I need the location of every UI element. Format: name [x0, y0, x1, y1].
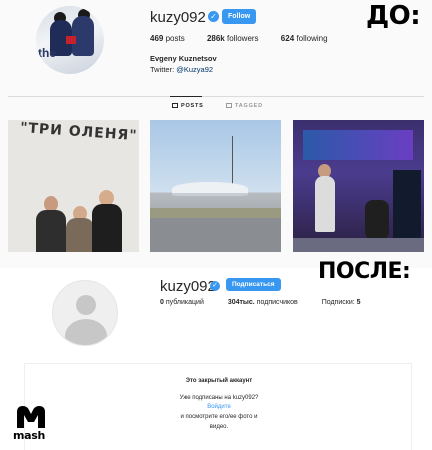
stat-posts: 0 публикаций	[160, 299, 204, 306]
after-label: ПОСЛЕ:	[318, 259, 411, 284]
grid-icon	[172, 103, 178, 108]
photo-stadium	[172, 182, 248, 196]
stat-value: 304тыс.	[227, 299, 255, 306]
stat-label: posts	[165, 34, 185, 43]
default-avatar[interactable]	[52, 280, 118, 346]
post-thumbnail[interactable]: "ТРИ ОЛЕНЯ"	[8, 120, 139, 252]
stat-label: followers	[226, 34, 259, 43]
stat-followers: 304тыс. подписчиков	[228, 299, 298, 306]
photo-sign	[303, 130, 413, 160]
private-account-notice: Это закрытый аккаунт Уже подписаны на ku…	[24, 363, 412, 450]
photo-sign-text: "ТРИ ОЛЕНЯ"	[19, 120, 139, 145]
post-thumbnail[interactable]	[150, 120, 281, 252]
username: kuzy092	[160, 278, 216, 295]
private-message: видео.	[209, 424, 229, 430]
stat-posts[interactable]: 469 posts	[150, 34, 185, 43]
username: kuzy092	[150, 9, 206, 26]
private-message: Уже подписаны на kuzy092?	[179, 395, 259, 401]
photo-figure	[92, 204, 122, 252]
stat-label: подписчиков	[256, 299, 298, 306]
profile-avatar[interactable]: the	[36, 6, 104, 74]
avatar-placeholder-head	[76, 295, 96, 315]
mash-m-icon	[17, 406, 45, 428]
active-tab-indicator	[170, 96, 202, 97]
post-thumbnail[interactable]	[293, 120, 424, 252]
photo-floor	[293, 238, 424, 252]
stat-value: 624	[280, 34, 295, 43]
profile-stats: 0 публикаций 304тыс. подписчиков Подписк…	[160, 299, 383, 306]
tab-label: TAGGED	[235, 103, 263, 109]
tag-icon	[226, 103, 232, 108]
login-link[interactable]: Войдите	[25, 404, 413, 410]
photo-ground	[150, 208, 281, 218]
before-label: ДО:	[366, 1, 421, 31]
stat-followers[interactable]: 286k followers	[207, 34, 259, 43]
stat-label: Подписки:	[321, 299, 355, 306]
stat-following[interactable]: 624 following	[281, 34, 328, 43]
bio-prefix: Twitter:	[150, 65, 177, 74]
photo-road	[150, 218, 281, 252]
tabs-divider	[8, 96, 424, 97]
tab-posts[interactable]: POSTS	[172, 103, 204, 109]
photo-figure	[66, 218, 94, 252]
tab-tagged[interactable]: TAGGED	[226, 103, 263, 109]
tab-label: POSTS	[181, 103, 204, 109]
avatar-placeholder-body	[65, 319, 107, 345]
stat-value: 0	[160, 299, 164, 306]
stat-following: Подписки: 5	[322, 299, 361, 306]
mash-watermark-logo: mash	[13, 404, 49, 444]
private-title: Это закрытый аккаунт	[185, 378, 253, 384]
stat-label: публикаций	[165, 299, 204, 306]
stat-value: 286k	[206, 34, 225, 43]
profile-stats: 469 posts 286k followers 624 following	[150, 34, 348, 43]
full-name: Evgeny Kuznetsov	[150, 54, 217, 63]
private-message: и посмотрите его/ее фото и	[180, 414, 258, 420]
stat-value: 5	[356, 299, 361, 306]
verified-icon: ✓	[208, 11, 219, 22]
follow-button[interactable]: Follow	[222, 9, 257, 24]
avatar-accent	[66, 36, 76, 44]
twitter-handle-link[interactable]: @Kuzya92	[176, 65, 213, 74]
photo-figure	[36, 210, 66, 252]
photo-booth	[393, 170, 421, 240]
after-profile-section: kuzy092 ✓ Подписаться 0 публикаций 304ты…	[0, 259, 432, 450]
stat-label: following	[296, 34, 328, 43]
subscribe-button[interactable]: Подписаться	[226, 278, 281, 291]
avatar-text: the	[38, 46, 56, 60]
verified-icon: ✓	[210, 281, 220, 291]
before-profile-section: the kuzy092 ✓ Follow 469 posts 286k foll…	[0, 0, 432, 268]
photo-figure	[365, 200, 389, 240]
photo-figure	[315, 176, 335, 232]
bio-twitter: Twitter: @Kuzya92	[150, 65, 213, 74]
mash-wordmark: mash	[13, 429, 46, 442]
stat-value: 469	[150, 34, 164, 43]
